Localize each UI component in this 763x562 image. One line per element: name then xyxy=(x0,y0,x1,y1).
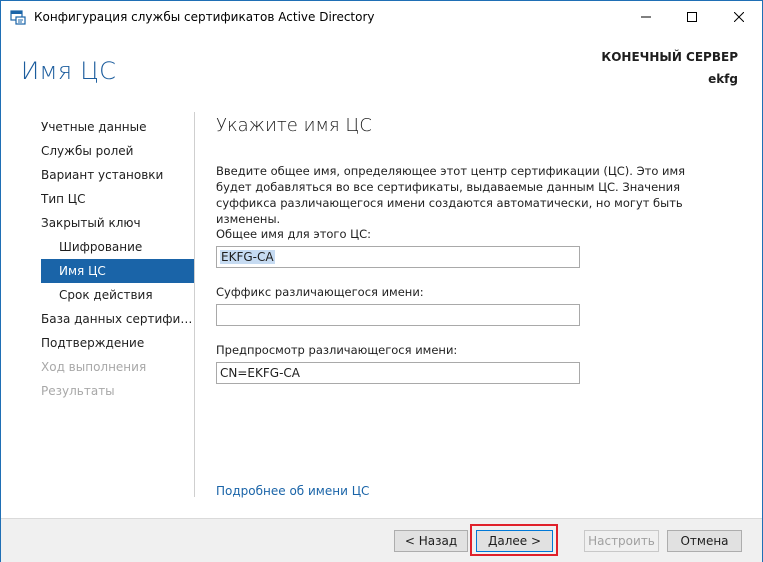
nav-item-setup-type[interactable]: Вариант установки xyxy=(41,163,194,187)
nav-item-certificate-database[interactable]: База данных сертификат... xyxy=(41,307,194,331)
destination-server-name: ekfg xyxy=(708,72,738,86)
dn-suffix-label: Суффикс различающегося имени: xyxy=(216,285,424,299)
nav-item-results: Результаты xyxy=(41,384,115,398)
dn-suffix-input[interactable] xyxy=(216,304,580,326)
close-button[interactable] xyxy=(716,1,762,33)
destination-server-label: КОНЕЧНЫЙ СЕРВЕР xyxy=(601,50,738,64)
minimize-button[interactable] xyxy=(623,1,669,33)
nav-item-credentials[interactable]: Учетные данные xyxy=(41,115,194,139)
footer-bar: < Назад Далее > Настроить Отмена xyxy=(1,518,762,562)
next-button-highlight xyxy=(470,524,558,556)
more-about-ca-name-link[interactable]: Подробнее об имени ЦС xyxy=(216,484,369,498)
server-manager-icon xyxy=(10,10,26,25)
nav-item-private-key[interactable]: Закрытый ключ xyxy=(41,211,194,235)
title-bar[interactable]: Конфигурация службы сертификатов Active … xyxy=(1,1,762,33)
wizard-navigation: Учетные данные Службы ролей Вариант уста… xyxy=(41,115,194,403)
wizard-window: Конфигурация службы сертификатов Active … xyxy=(0,0,763,562)
nav-item-role-services[interactable]: Службы ролей xyxy=(41,139,194,163)
content-title: Укажите имя ЦС xyxy=(216,115,372,136)
nav-item-ca-name[interactable]: Имя ЦС xyxy=(41,259,194,283)
nav-item-cryptography[interactable]: Шифрование xyxy=(41,235,194,259)
nav-item-progress: Ход выполнения xyxy=(41,360,147,374)
maximize-button[interactable] xyxy=(669,1,715,33)
back-button[interactable]: < Назад xyxy=(394,530,468,552)
nav-item-confirmation[interactable]: Подтверждение xyxy=(41,331,194,355)
common-name-label: Общее имя для этого ЦС: xyxy=(216,227,371,241)
minimize-icon xyxy=(641,16,651,18)
dn-preview-label: Предпросмотр различающегося имени: xyxy=(216,343,458,357)
cancel-button[interactable]: Отмена xyxy=(667,530,742,552)
page-heading: Имя ЦС xyxy=(21,57,117,85)
configure-button[interactable]: Настроить xyxy=(584,530,659,552)
close-icon xyxy=(734,12,744,22)
description-text: Введите общее имя, определяющее этот цен… xyxy=(216,164,686,226)
nav-item-ca-type[interactable]: Тип ЦС xyxy=(41,187,194,211)
dn-preview-field[interactable]: CN=EKFG-CA xyxy=(216,362,580,384)
window-title: Конфигурация службы сертификатов Active … xyxy=(34,10,375,24)
common-name-value: EKFG-CA xyxy=(220,250,275,264)
nav-divider xyxy=(194,112,195,497)
nav-item-validity-period[interactable]: Срок действия xyxy=(41,283,194,307)
maximize-icon xyxy=(687,12,697,22)
common-name-input[interactable]: EKFG-CA xyxy=(216,246,580,268)
